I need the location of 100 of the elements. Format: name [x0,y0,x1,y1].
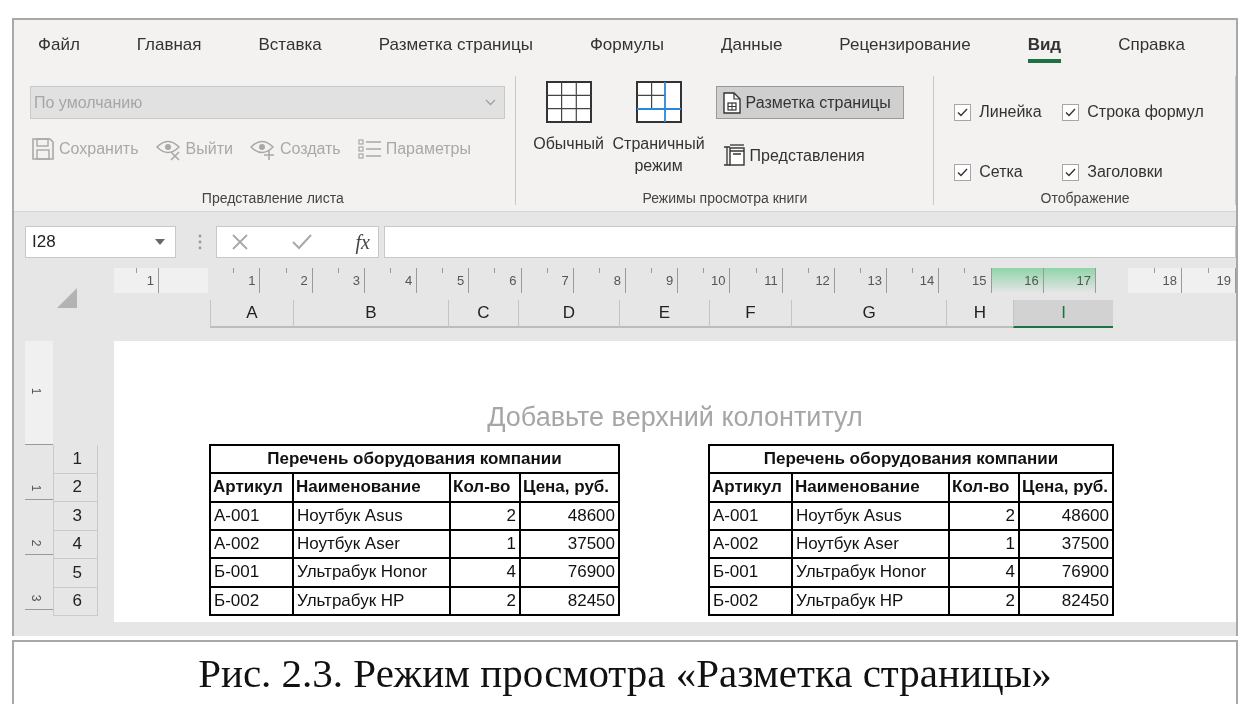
ruler-number: 2 [29,539,44,547]
view-mode-button[interactable]: Обычный [525,80,612,190]
check-icon [1065,167,1077,177]
table-cell: 76900 [1020,559,1112,586]
formula-input[interactable] [384,226,1236,258]
table-cell: 1 [950,531,1018,558]
save-icon [31,137,55,161]
column-header[interactable]: A [210,300,293,328]
view-mode-button[interactable]: Разметка страницы [715,86,904,119]
column-header[interactable]: H [946,300,1013,328]
check-icon [1065,107,1077,117]
column-header[interactable]: B [293,300,448,328]
table-cell: Ноутбук Asus [793,502,948,529]
views-icon [722,143,745,168]
checkbox[interactable] [954,103,972,121]
views-button[interactable]: Представления [715,139,904,172]
ruler-number: 16 [991,268,1044,293]
checkbox-label: Сетка [979,163,1023,181]
table-cell: А-002 [211,531,292,558]
table-cell: Ноутбук Aser [294,531,449,558]
group-label: Представление листа [201,190,344,208]
ruler-number: 3 [29,594,44,602]
table-cell: 76900 [521,559,618,586]
row-header[interactable]: 6 [53,587,98,616]
column-heading-cell: Кол-во [451,474,519,501]
ruler-number: 1 [29,484,44,492]
table-cell: 2 [950,502,1018,529]
table-cell: 2 [950,587,1018,614]
table-cell: Б-002 [710,587,791,614]
checkbox[interactable] [1062,103,1080,121]
column-header[interactable]: F [709,300,791,328]
table-cell: 2 [451,502,519,529]
table-cell: Ультрабук HP [793,587,948,614]
table-cell: 37500 [521,531,618,558]
column-header[interactable]: D [518,300,619,328]
row-header[interactable]: 5 [53,559,98,588]
select-all-icon [56,288,77,308]
menu-tab[interactable]: Формулы [589,27,664,63]
table-cell: 82450 [521,587,618,614]
check-icon [292,234,313,250]
table-cell: Б-001 [710,559,791,586]
menu-tab[interactable]: Разметка страницы [378,27,533,63]
column-header[interactable]: I [1013,300,1113,328]
table-cell: 82450 [1020,587,1112,614]
row-header[interactable]: 1 [53,445,98,474]
list-icon [357,138,382,160]
group-label: Режимы просмотра книги [642,190,808,208]
checkbox-label: Строка формул [1087,103,1204,121]
column-heading-cell: Артикул [710,474,791,501]
table-cell: А-001 [211,502,292,529]
row-header[interactable]: 2 [53,473,98,502]
checkbox[interactable] [1062,163,1080,181]
drag-handle-icon [198,234,202,250]
table-cell: А-002 [710,531,791,558]
chevron-down-icon [485,99,496,106]
ruler-number: 1 [29,387,44,394]
page-break-grid-icon [635,81,682,123]
table-cell: Ультрабук Honor [294,559,449,586]
column-heading-cell: Наименование [294,474,449,501]
name-box[interactable]: I28 [25,226,176,258]
menu-tab[interactable]: Вставка [258,27,322,63]
table-cell: Б-002 [211,587,292,614]
table-title-cell: Перечень оборудования компании [211,446,618,473]
table-cell: 48600 [521,502,618,529]
menu-tab[interactable]: Вид [1027,27,1062,63]
checkbox-label: Заголовки [1087,163,1163,181]
column-heading-cell: Цена, руб. [521,474,618,501]
grid-icon [545,81,592,123]
menu-tab[interactable]: Рецензирование [839,27,971,63]
menu-tab[interactable]: Справка [1118,27,1185,63]
column-heading-cell: Кол-во [950,474,1018,501]
column-heading-cell: Артикул [211,474,292,501]
checkbox-label: Линейка [979,103,1042,121]
column-header[interactable]: G [791,300,946,328]
table-cell: 4 [451,559,519,586]
group-label: Отображение [1040,190,1130,208]
row-header[interactable]: 3 [53,502,98,531]
close-icon [231,233,249,251]
table-cell: 48600 [1020,502,1112,529]
column-heading-cell: Цена, руб. [1020,474,1112,501]
figure-caption: Рис. 2.3. Режим просмотра «Разметка страницы» [198,649,1052,697]
ruler-number: 17 [1043,268,1096,293]
table-cell: Ультрабук HP [294,587,449,614]
check-icon [957,167,969,177]
table-cell: Ультрабук Honor [793,559,948,586]
checkbox[interactable] [954,163,972,181]
table-cell: Ноутбук Aser [793,531,948,558]
view-mode-button[interactable]: Страничный режим [615,80,702,190]
menu-tab[interactable]: Данные [720,27,783,63]
insert-function-button[interactable]: fx [355,230,370,254]
table-title-cell: Перечень оборудования компании [710,446,1112,473]
table-cell: 1 [451,531,519,558]
dropdown-triangle-icon [155,239,165,245]
table-cell: Ноутбук Asus [294,502,449,529]
column-header[interactable]: C [448,300,518,328]
column-header[interactable]: E [619,300,709,328]
page-layout-icon [722,91,741,114]
row-header[interactable]: 4 [53,530,98,559]
menu-tab[interactable]: Файл [38,27,80,63]
menu-tab[interactable]: Главная [136,27,202,63]
